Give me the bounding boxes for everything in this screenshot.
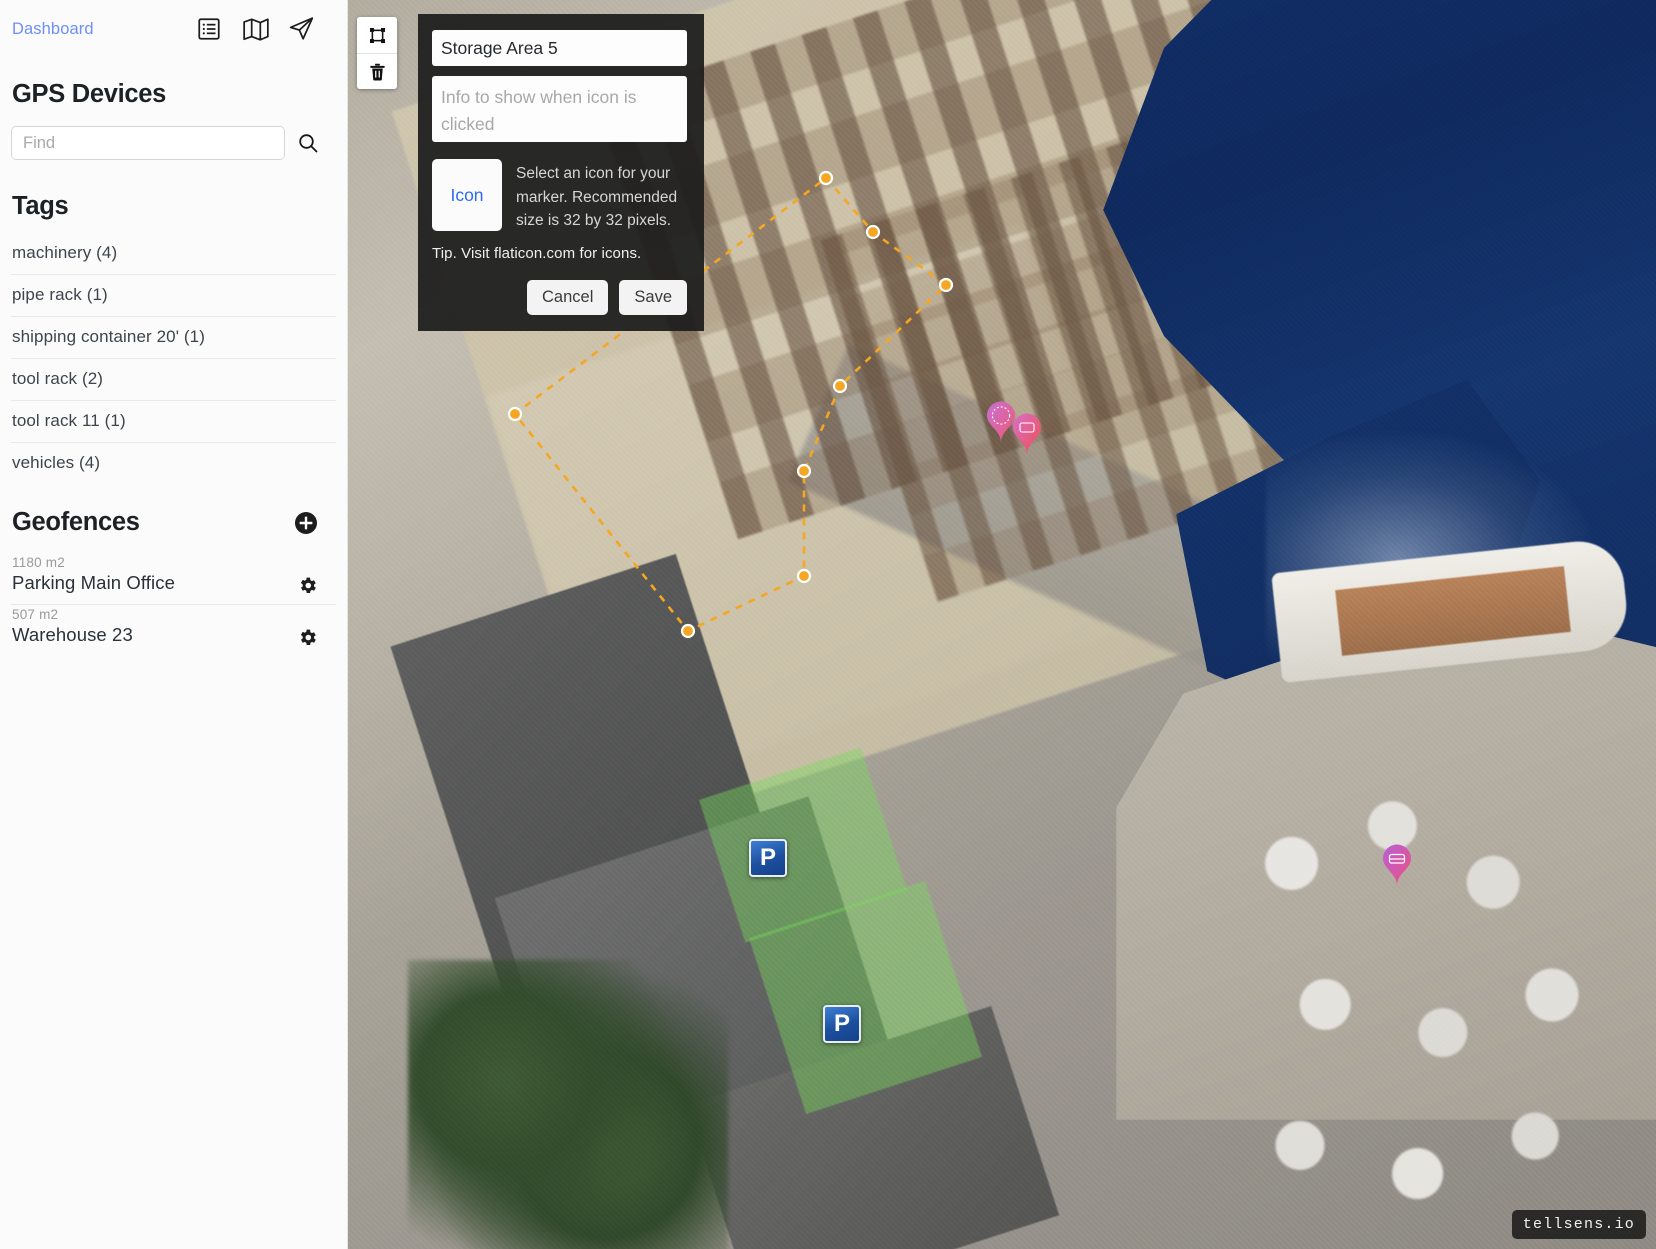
device-search-row [11,126,336,160]
save-button[interactable]: Save [619,280,687,315]
icon-help-text: Select an icon for your marker. Recommen… [516,159,687,233]
list-view-icon[interactable] [196,16,222,42]
tag-item[interactable]: tool rack 11 (1) [11,401,336,443]
parking-marker[interactable]: P [823,1005,861,1043]
tellsens-watermark: tellsens.io [1512,1210,1646,1239]
icon-tip-text: Tip. Visit flaticon.com for icons. [432,245,687,262]
dialog-actions: Cancel Save [432,280,687,315]
cancel-button[interactable]: Cancel [527,280,608,315]
geofence-area: 1180 m2 [12,555,336,570]
map-edit-toolbar [357,17,397,89]
tags-title: Tags [12,192,336,221]
icon-picker-row: Icon Select an icon for your marker. Rec… [432,159,687,233]
send-icon[interactable] [288,16,314,42]
sidebar-header: Dashboard [11,0,336,50]
geofence-edit-dialog: Icon Select an icon for your marker. Rec… [418,14,704,331]
map-view-icon[interactable] [242,16,268,42]
geofences-list: 1180 m2 Parking Main Office 507 m2 Wareh… [11,553,336,656]
geofence-name-input[interactable] [432,30,687,66]
geofence-info-textarea[interactable] [432,76,687,142]
gear-icon[interactable] [297,575,318,596]
geofence-name: Warehouse 23 [12,624,336,646]
geofence-area: 507 m2 [12,607,336,622]
gps-devices-title: GPS Devices [12,80,336,109]
sidebar: Dashboard [0,0,348,1249]
gear-icon[interactable] [297,627,318,648]
search-icon[interactable] [293,128,323,158]
geofence-item-parking-main-office[interactable]: 1180 m2 Parking Main Office [11,553,336,605]
geofences-title: Geofences [12,508,140,537]
search-input[interactable] [11,126,285,160]
tag-item[interactable]: vehicles (4) [11,443,336,484]
app-root: Dashboard [0,0,1656,1249]
dashboard-link[interactable]: Dashboard [11,20,94,39]
delete-icon[interactable] [357,53,397,89]
edit-shape-icon[interactable] [357,17,397,53]
geofence-item-warehouse-23[interactable]: 507 m2 Warehouse 23 [11,605,336,656]
tag-item[interactable]: tool rack (2) [11,359,336,401]
geofences-header: Geofences [11,508,336,537]
parking-marker[interactable]: P [749,839,787,877]
tag-item[interactable]: pipe rack (1) [11,275,336,317]
geofence-name: Parking Main Office [12,572,336,594]
sidebar-top-icon-group [196,16,336,42]
map-canvas[interactable]: Icon Select an icon for your marker. Rec… [348,0,1656,1249]
tags-list: machinery (4) pipe rack (1) shipping con… [11,233,336,484]
add-geofence-icon[interactable] [294,511,318,535]
tag-item[interactable]: shipping container 20' (1) [11,317,336,359]
tag-item[interactable]: machinery (4) [11,233,336,275]
icon-picker-button[interactable]: Icon [432,159,502,231]
device-pin-marker[interactable] [1380,843,1414,887]
device-pin-marker[interactable] [1010,412,1044,456]
